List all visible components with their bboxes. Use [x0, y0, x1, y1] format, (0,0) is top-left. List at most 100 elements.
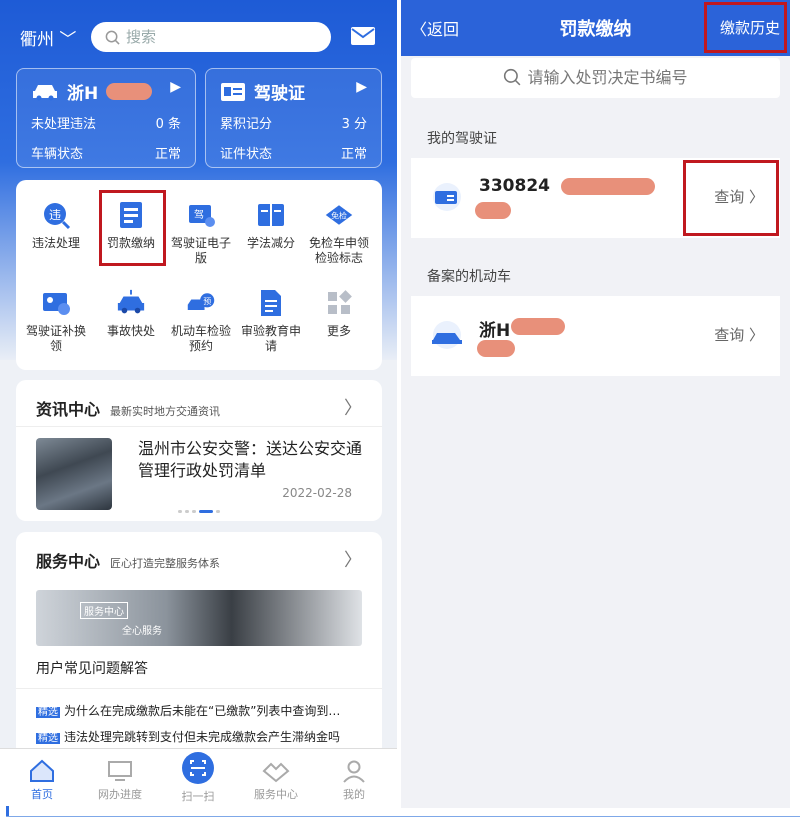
decision-number-search[interactable]: 请输入处罚决定书编号	[411, 58, 780, 98]
highlight-query	[683, 160, 779, 236]
search-placeholder: 搜索	[126, 28, 157, 46]
booking-badge-text: 预	[203, 296, 211, 306]
service-center-subtitle: 匠心打造完整服务体系	[110, 557, 221, 570]
frame-line	[6, 816, 800, 817]
service-label: 驾驶证补换领	[25, 324, 86, 353]
divider	[16, 688, 382, 689]
book-icon	[256, 200, 286, 230]
inspection-booking-icon: 预	[186, 288, 216, 318]
vehicle-card[interactable]: 浙H ▶ 未处理违法 0 条 车辆状态 正常	[16, 68, 196, 168]
featured-badge: 精选	[36, 707, 60, 718]
divider	[16, 426, 382, 427]
home-screen: 衢州 ﹀ 搜索 浙H ▶ 未处理违法 0 条 车辆状态 正常 驾驶证 ▶ 累积记分 3…	[0, 0, 397, 808]
redaction-mark	[106, 83, 153, 100]
city-selector[interactable]: 衢州 ﹀	[20, 25, 76, 50]
chevron-right-icon: 〉	[748, 326, 764, 344]
vehicle-query-button[interactable]: 查询 〉	[714, 324, 764, 345]
tab-label: 扫一扫	[181, 790, 215, 803]
query-label: 查询	[714, 326, 745, 344]
news-title: 资讯中心	[36, 400, 101, 419]
license-card-icon	[433, 183, 461, 211]
fine-payment-screen: 〈返回 罚款缴纳 缴款历史 请输入处罚决定书编号 我的驾驶证 330824 查询…	[401, 0, 790, 808]
document-icon	[256, 288, 286, 318]
faq-text: 为什么在完成缴款后未能在“已缴款”列表中查询到…	[64, 704, 341, 718]
tab-label: 我的	[343, 788, 365, 801]
service-grid: 违违法处理 罚款缴纳 驾驾驶证电子版 学法减分 免检 免检车申领检验标志 驾驶证补…	[16, 180, 382, 370]
chevron-right-icon: ▶	[170, 79, 181, 95]
service-exempt-inspection[interactable]: 免检免检车申领检验标志	[304, 200, 374, 266]
e-license-icon: 驾	[186, 200, 216, 230]
license-status-value: 正常	[340, 147, 367, 162]
license-card[interactable]: 驾驶证 ▶ 累积记分 3 分 证件状态 正常	[205, 68, 382, 168]
banner-tag: 服务中心	[80, 602, 128, 619]
vehicle-section-title: 备案的机动车	[427, 269, 511, 285]
redaction-mark	[561, 178, 655, 195]
tab-service-center[interactable]: 服务中心	[246, 759, 306, 802]
service-more[interactable]: 更多	[304, 288, 374, 339]
search-input[interactable]: 搜索	[91, 22, 331, 52]
exempt-badge-text: 免检	[331, 211, 347, 221]
license-status-label: 证件状态	[220, 147, 273, 162]
chevron-right-icon[interactable]: 〉	[344, 394, 362, 420]
chevron-right-icon[interactable]: 〉	[344, 546, 362, 572]
chevron-right-icon: ▶	[356, 79, 367, 95]
news-thumbnail[interactable]	[36, 438, 112, 510]
service-e-license[interactable]: 驾驾驶证电子版	[166, 200, 236, 266]
service-education[interactable]: 审验教育申请	[236, 288, 306, 354]
search-icon	[504, 68, 521, 86]
mail-icon[interactable]	[350, 26, 376, 46]
news-panel: 资讯中心 最新实时地方交通资讯 〉 温州市公安交警：送达公安交通管理行政处罚清单 …	[16, 380, 382, 521]
user-icon	[343, 760, 365, 783]
tab-home[interactable]: 首页	[12, 759, 72, 802]
home-icon	[30, 759, 54, 782]
service-violation[interactable]: 违违法处理	[21, 200, 91, 251]
license-section-title: 我的驾驶证	[427, 131, 497, 147]
vehicle-plate: 浙H	[479, 321, 511, 341]
handshake-icon	[262, 762, 290, 783]
vehicle-status-value: 正常	[154, 147, 181, 162]
search-icon	[105, 30, 120, 45]
news-subtitle: 最新实时地方交通资讯	[110, 405, 221, 418]
carousel-dots	[178, 510, 220, 513]
service-accident[interactable]: 事故快处	[96, 288, 166, 339]
top-bar: 衢州 ﹀ 搜索	[0, 0, 397, 70]
chevron-down-icon: ﹀	[59, 30, 77, 50]
redaction-mark	[475, 202, 511, 219]
service-banner[interactable]: 服务中心 全心服务	[36, 590, 362, 646]
featured-badge: 精选	[36, 733, 60, 744]
service-label: 审验教育申请	[240, 324, 301, 353]
car-icon	[33, 84, 57, 100]
vehicle-row[interactable]: 浙H 查询 〉	[411, 296, 780, 376]
service-study[interactable]: 学法减分	[236, 200, 306, 251]
monitor-icon	[108, 761, 132, 781]
id-card-icon	[221, 82, 245, 101]
license-number: 330824	[479, 176, 550, 196]
violation-icon: 违	[41, 200, 71, 230]
accident-car-icon	[116, 288, 146, 318]
unhandled-unit: 条	[167, 117, 181, 132]
violation-badge-text: 违	[49, 208, 61, 222]
license-title: 驾驶证	[254, 84, 305, 104]
service-label: 更多	[326, 324, 351, 338]
frame-corner	[6, 806, 9, 816]
vehicle-status-label: 车辆状态	[31, 147, 84, 162]
unhandled-count: 0	[155, 117, 164, 132]
service-inspection-booking[interactable]: 预机动车检验预约	[166, 288, 236, 354]
faq-title: 用户常见问题解答	[36, 661, 148, 677]
service-center-title: 服务中心	[36, 552, 101, 571]
search-placeholder: 请输入处罚决定书编号	[527, 68, 688, 87]
tab-progress[interactable]: 网办进度	[90, 759, 150, 802]
highlight-history	[704, 2, 787, 53]
faq-item[interactable]: 精选 违法处理完跳转到支付但未完成缴款会产生滞纳金吗	[36, 728, 366, 745]
tab-scan[interactable]: 扫一扫	[168, 751, 228, 804]
points-label: 累积记分	[220, 117, 273, 132]
news-headline[interactable]: 温州市公安交警：送达公安交通管理行政处罚清单	[138, 438, 363, 482]
faq-item[interactable]: 精选 为什么在完成缴款后未能在“已缴款”列表中查询到…	[36, 702, 366, 719]
service-license-replace[interactable]: 驾驶证补换领	[21, 288, 91, 354]
exempt-inspection-icon: 免检	[324, 200, 354, 230]
points-value: 3	[341, 117, 350, 132]
tab-profile[interactable]: 我的	[324, 759, 384, 802]
service-label: 违法处理	[31, 236, 80, 250]
redaction-mark	[511, 318, 565, 335]
service-label: 免检车申领检验标志	[308, 236, 369, 265]
